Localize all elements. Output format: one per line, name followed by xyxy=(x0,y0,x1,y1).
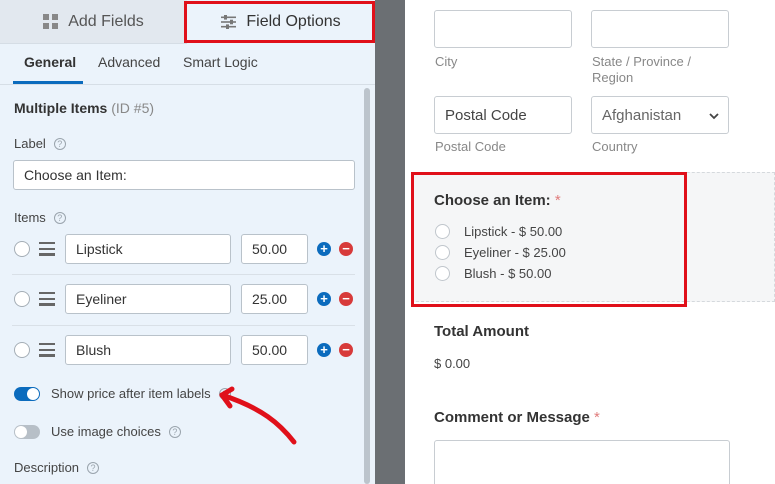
drag-handle-icon[interactable] xyxy=(39,242,55,256)
default-item-radio[interactable] xyxy=(14,241,30,257)
item-name-input[interactable]: Eyeliner xyxy=(65,284,231,314)
tab-add-fields-label: Add Fields xyxy=(68,12,144,30)
total-amount-title: Total Amount xyxy=(434,323,529,340)
postal-code-input[interactable]: Postal Code xyxy=(434,96,572,134)
required-mark: * xyxy=(594,409,600,426)
help-icon[interactable]: ? xyxy=(53,137,66,150)
total-amount-value: $ 0.00 xyxy=(434,356,471,371)
country-sublabel: Country xyxy=(592,139,638,154)
drag-handle-icon[interactable] xyxy=(39,292,55,306)
items-caption: Items xyxy=(14,210,46,225)
add-item-icon[interactable]: + xyxy=(317,242,331,256)
scrollbar[interactable] xyxy=(364,88,370,484)
show-price-label: Show price after item labels xyxy=(51,386,211,401)
comment-textarea[interactable] xyxy=(434,440,730,484)
subtab-advanced[interactable]: Advanced xyxy=(98,54,160,70)
item-row: Lipstick 50.00 + − xyxy=(12,224,355,274)
add-item-icon[interactable]: + xyxy=(317,292,331,306)
tab-field-options-label: Field Options xyxy=(246,13,341,30)
comment-heading: Comment or Message * xyxy=(434,409,600,426)
item-name-input[interactable]: Lipstick xyxy=(65,234,231,264)
label-input[interactable]: Choose an Item: xyxy=(13,160,355,190)
choice-radio[interactable] xyxy=(435,223,450,239)
annotation-arrow-icon xyxy=(219,386,297,445)
items-caption-row: Items ? xyxy=(14,210,66,225)
tab-field-options[interactable]: Field Options xyxy=(187,0,375,44)
remove-item-icon[interactable]: − xyxy=(339,292,353,306)
drag-handle-icon[interactable] xyxy=(39,343,55,357)
field-title: Multiple Items xyxy=(14,100,108,116)
item-row: Blush 50.00 + − xyxy=(12,325,355,375)
state-input[interactable] xyxy=(591,10,729,48)
description-caption-row: Description ? xyxy=(14,460,100,475)
city-input[interactable] xyxy=(434,10,572,48)
label-caption-row: Label ? xyxy=(14,136,66,151)
country-select[interactable]: Afghanistan xyxy=(591,96,729,134)
choice-option[interactable]: Lipstick - $ 50.00 xyxy=(435,223,562,239)
remove-item-icon[interactable]: − xyxy=(339,242,353,256)
comment-title: Comment or Message xyxy=(434,409,590,426)
active-subtab-indicator xyxy=(13,81,83,84)
show-price-row: Show price after item labels ? xyxy=(51,386,231,401)
choose-item-heading: Choose an Item: * xyxy=(434,192,561,209)
choose-item-title: Choose an Item: xyxy=(434,192,551,209)
choice-radio[interactable] xyxy=(435,265,450,281)
item-price-input[interactable]: 50.00 xyxy=(241,335,308,365)
default-item-radio[interactable] xyxy=(14,342,30,358)
panel-divider xyxy=(375,0,405,484)
item-name-input[interactable]: Blush xyxy=(65,335,231,365)
description-caption: Description xyxy=(14,460,80,475)
choice-radio[interactable] xyxy=(435,244,450,260)
choice-label: Eyeliner - $ 25.00 xyxy=(464,244,566,260)
help-icon[interactable]: ? xyxy=(87,461,100,474)
help-icon[interactable]: ? xyxy=(168,425,181,438)
panel-tabs: Add Fields Field Options xyxy=(0,0,375,44)
tab-add-fields[interactable]: Add Fields xyxy=(0,0,187,44)
postal-code-sublabel: Postal Code xyxy=(435,139,506,154)
chevron-down-icon xyxy=(708,109,720,126)
image-choices-row: Use image choices ? xyxy=(51,424,181,439)
remove-item-icon[interactable]: − xyxy=(339,343,353,357)
show-price-toggle[interactable] xyxy=(14,387,40,401)
state-sublabel-line1: State / Province / xyxy=(592,54,691,69)
item-price-input[interactable]: 25.00 xyxy=(241,284,308,314)
item-price-input[interactable]: 50.00 xyxy=(241,234,308,264)
default-item-radio[interactable] xyxy=(14,291,30,307)
choice-option[interactable]: Blush - $ 50.00 xyxy=(435,265,551,281)
country-value: Afghanistan xyxy=(602,106,682,124)
add-item-icon[interactable]: + xyxy=(317,343,331,357)
field-id: (ID #5) xyxy=(111,100,155,116)
toggle-knob xyxy=(27,388,39,400)
sub-tabs: General Advanced Smart Logic xyxy=(0,44,375,85)
choice-option[interactable]: Eyeliner - $ 25.00 xyxy=(435,244,566,260)
required-mark: * xyxy=(554,192,561,209)
label-caption: Label xyxy=(14,136,46,151)
image-choices-label: Use image choices xyxy=(51,424,161,439)
city-sublabel: City xyxy=(435,54,458,69)
field-options-panel: Add Fields Field Options General Advance… xyxy=(0,0,375,484)
image-choices-toggle[interactable] xyxy=(14,425,40,439)
toggle-knob xyxy=(15,426,27,438)
sliders-icon xyxy=(221,15,237,29)
grid-icon xyxy=(43,14,59,29)
choice-label: Lipstick - $ 50.00 xyxy=(464,223,563,239)
state-sublabel-line2: Region xyxy=(592,70,634,85)
field-heading: Multiple Items (ID #5) xyxy=(14,100,154,116)
help-icon[interactable]: ? xyxy=(53,211,66,224)
subtab-smart-logic[interactable]: Smart Logic xyxy=(183,54,258,70)
subtab-general[interactable]: General xyxy=(24,54,76,70)
choice-label: Blush - $ 50.00 xyxy=(464,265,552,281)
item-row: Eyeliner 25.00 + − xyxy=(12,274,355,324)
